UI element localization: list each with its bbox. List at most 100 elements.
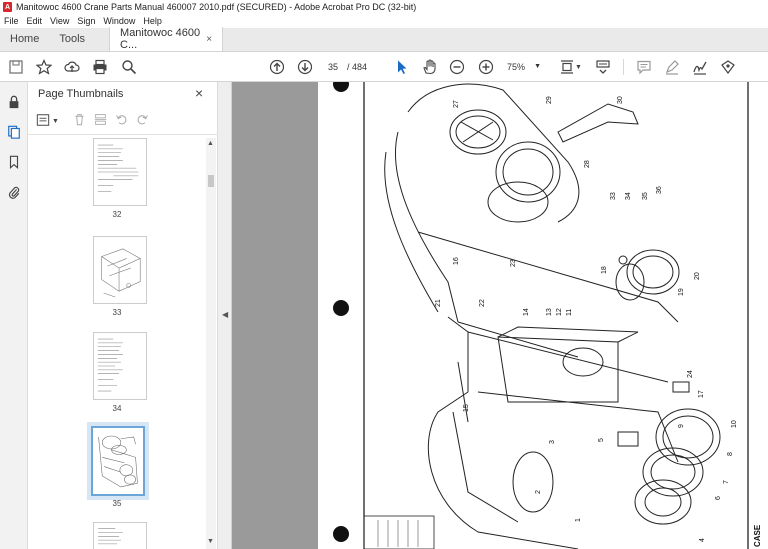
menu-sign[interactable]: Sign [77, 16, 95, 26]
callout-6: 6 [715, 496, 722, 500]
zoom-value: 75% [507, 61, 526, 72]
callout-11: 11 [566, 309, 573, 316]
callout-20: 20 [694, 272, 701, 280]
callout-13: 13 [546, 308, 553, 316]
callout-9: 9 [678, 424, 685, 428]
sign-icon[interactable] [691, 58, 709, 76]
page-thumbnails-icon[interactable] [6, 124, 22, 140]
page-down-icon[interactable] [296, 58, 314, 76]
panel-divider [28, 134, 218, 135]
options-list-icon[interactable] [36, 113, 50, 130]
thumbnail-page-32[interactable] [93, 138, 147, 206]
zoom-dropdown[interactable]: 75% ▼ [502, 58, 546, 75]
callout-1: 1 [575, 518, 582, 522]
acrobat-app-icon: A [3, 2, 12, 12]
bookmark-icon[interactable] [6, 154, 22, 170]
callout-28: 28 [584, 160, 591, 168]
page-up-icon[interactable] [268, 58, 286, 76]
panel-toolbar: ▼ [36, 112, 149, 130]
rotate-counterclockwise-icon[interactable] [115, 113, 128, 129]
scroll-down-icon[interactable]: ▼ [207, 538, 214, 545]
callout-7: 7 [723, 480, 730, 484]
tab-bar: Home Tools Manitowoc 4600 C... × [0, 27, 768, 52]
thumbnail-page-36[interactable] [93, 522, 147, 549]
comment-icon[interactable] [635, 58, 653, 76]
callout-12: 12 [556, 308, 563, 316]
thumbnail-label-35: 35 [112, 499, 122, 508]
save-icon[interactable] [7, 58, 25, 76]
thumbnail-scrollbar[interactable]: ▲ ▼ [206, 138, 216, 549]
title-bar: A Manitowoc 4600 Crane Parts Manual 4600… [0, 0, 768, 14]
chevron-down-icon: ▼ [534, 63, 541, 70]
menu-view[interactable]: View [50, 16, 69, 26]
page-thumbnails-panel: Page Thumbnails × ▼ 32 33 34 35 ▲ ▼ [28, 82, 218, 549]
callout-27: 27 [453, 100, 460, 108]
search-icon[interactable] [120, 58, 138, 76]
callout-22: 22 [479, 299, 486, 307]
page-number-input[interactable]: 35 [323, 59, 343, 74]
callout-16: 16 [453, 257, 460, 265]
zoom-out-icon[interactable] [448, 58, 466, 76]
insert-pages-icon[interactable] [94, 113, 107, 129]
callout-23: 23 [510, 259, 517, 267]
select-cursor-icon[interactable] [393, 58, 411, 76]
callout-24: 24 [687, 370, 694, 378]
scroll-up-icon[interactable]: ▲ [207, 140, 214, 147]
collapse-panel-icon[interactable]: ◀ [222, 310, 228, 319]
thumbnail-page-33[interactable] [93, 236, 147, 304]
thumbnail-label-32: 32 [112, 210, 122, 219]
callout-29: 29 [546, 96, 553, 104]
menu-file[interactable]: File [4, 16, 19, 26]
scroll-thumb[interactable] [208, 175, 214, 187]
callout-34: 34 [625, 192, 632, 200]
fill-sign-icon[interactable] [719, 58, 737, 76]
bookmark-star-icon[interactable] [35, 58, 53, 76]
callout-36: 36 [656, 186, 663, 194]
callout-8: 8 [727, 452, 734, 456]
callout-2: 2 [535, 490, 542, 494]
callout-5: 5 [598, 438, 605, 442]
callout-19: 19 [678, 288, 685, 296]
rotate-clockwise-icon[interactable] [136, 113, 149, 129]
menu-edit[interactable]: Edit [27, 16, 43, 26]
tab-home[interactable]: Home [0, 27, 49, 51]
menu-help[interactable]: Help [143, 16, 162, 26]
callout-14: 14 [523, 308, 530, 316]
zoom-in-icon[interactable] [477, 58, 495, 76]
panel-splitter[interactable]: ◀ [218, 82, 232, 549]
callout-35: 35 [642, 192, 649, 200]
thumbnail-list: 32 33 34 35 [28, 138, 206, 549]
page-side-text: CASE [753, 524, 762, 547]
fit-chevron-down-icon[interactable]: ▼ [575, 64, 582, 71]
document-view: 27 29 30 28 33 34 35 36 23 18 20 19 21 2… [232, 82, 768, 549]
panel-close-icon[interactable]: × [195, 85, 203, 101]
upload-icon[interactable] [63, 58, 81, 76]
thumbnail-page-34[interactable] [93, 332, 147, 400]
thumbnail-page-35[interactable] [91, 426, 145, 496]
hand-tool-icon[interactable] [420, 58, 438, 76]
options-chevron-down-icon[interactable]: ▼ [52, 118, 59, 125]
callout-4: 4 [699, 538, 706, 542]
fit-page-icon[interactable] [558, 58, 576, 76]
thumbnail-label-34: 34 [112, 404, 122, 413]
menu-window[interactable]: Window [103, 16, 135, 26]
tab-tools[interactable]: Tools [49, 27, 95, 51]
highlight-icon[interactable] [663, 58, 681, 76]
callout-17: 17 [698, 390, 705, 398]
left-nav-rail [0, 82, 28, 549]
print-icon[interactable] [91, 58, 109, 76]
callout-3: 3 [549, 440, 556, 444]
callout-10: 10 [731, 420, 738, 428]
tab-document-label: Manitowoc 4600 C... [120, 27, 201, 51]
lock-icon[interactable] [6, 94, 22, 110]
menu-bar: File Edit View Sign Window Help [0, 14, 768, 28]
main-toolbar: 35 / 484 75% ▼ ▼ [0, 52, 768, 82]
tab-document[interactable]: Manitowoc 4600 C... × [109, 27, 224, 51]
tab-close-icon[interactable]: × [206, 34, 212, 45]
callout-18: 18 [601, 266, 608, 274]
delete-icon[interactable] [73, 113, 86, 129]
scroll-mode-icon[interactable] [594, 58, 612, 76]
callout-15: 15 [463, 404, 470, 412]
attachment-icon[interactable] [6, 184, 22, 200]
crane-parts-drawing: 27 29 30 28 33 34 35 36 23 18 20 19 21 2… [333, 82, 762, 549]
